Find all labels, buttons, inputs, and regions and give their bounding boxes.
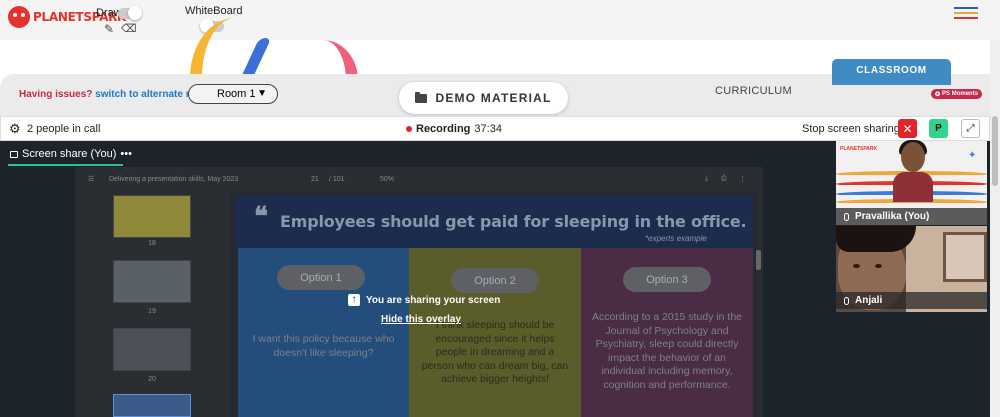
thumbnail-number: 18 <box>148 240 156 247</box>
participant-name: Pravallika (You) <box>855 211 930 222</box>
classroom-tab[interactable]: CLASSROOM <box>832 59 951 81</box>
share-screen-icon: ↑ <box>348 294 360 306</box>
eraser-icon[interactable]: ⌫ <box>121 22 137 35</box>
tile-logo: PLANETSPARK <box>840 146 878 152</box>
screen-share-tab-label: Screen share (You) <box>22 148 117 160</box>
thumbnail-number: 20 <box>148 376 156 383</box>
hide-overlay-link[interactable]: Hide this overlay <box>381 314 461 325</box>
whiteboard-label: WhiteBoard <box>185 5 243 17</box>
slide-thumbnail <box>113 195 191 238</box>
option-1-pill: Option 1 <box>277 265 365 290</box>
top-bar <box>0 0 1000 40</box>
slide-thumbnail <box>113 328 191 371</box>
slide-subtitle: *experts example <box>645 234 707 243</box>
option-3-text: According to a 2015 study in the Journal… <box>591 311 742 391</box>
demo-material-button[interactable]: DEMO MATERIAL <box>399 82 568 114</box>
mascot-icon <box>8 6 30 28</box>
background-frame <box>943 232 987 282</box>
stop-sharing-button[interactable]: ✕ <box>898 119 917 138</box>
curriculum-tab[interactable]: CURRICULUM <box>715 85 792 97</box>
room-select[interactable]: Room 1 ▼ <box>188 84 278 104</box>
folder-icon <box>415 91 428 103</box>
slide-title: Employees should get paid for sleeping i… <box>280 212 747 231</box>
stop-sharing-label: Stop screen sharing <box>802 123 900 135</box>
participant-name: Anjali <box>855 295 883 306</box>
issues-text: Having issues? <box>19 89 93 100</box>
thumbnail-number: 19 <box>148 308 156 315</box>
sparkle-icon: ✦ <box>968 150 977 161</box>
viewer-title: Delivering a presentation skills, May 20… <box>109 176 239 183</box>
option-column-2: Option 2 I think sleeping should be enco… <box>409 248 581 417</box>
screen-icon <box>10 150 18 158</box>
option-3-pill: Option 3 <box>623 267 711 292</box>
page-scrollbar-thumb[interactable] <box>992 116 998 186</box>
pdf-toolbar: ☰ Delivering a presentation skills, May … <box>75 170 763 190</box>
option-2-text: I think sleeping should be encouraged si… <box>421 319 569 385</box>
viewer-scrollbar[interactable] <box>756 250 761 270</box>
sharing-message-text: You are sharing your screen <box>366 294 501 306</box>
more-options-icon[interactable]: ••• <box>120 148 132 160</box>
gear-icon[interactable]: ⚙ <box>9 121 21 137</box>
quote-icon: ❝ <box>254 202 268 232</box>
option-2-pill: Option 2 <box>451 268 539 293</box>
empty-tile-area <box>836 312 987 417</box>
p-button[interactable]: P <box>929 119 948 138</box>
ps-moments-label: PS Moments <box>942 91 979 97</box>
participant-video-pravallika <box>893 140 933 202</box>
participant-label: Pravallika (You) <box>836 208 987 225</box>
issues-notice: Having issues? switch to alternate room <box>19 89 211 100</box>
menu-icon[interactable] <box>954 7 978 22</box>
expand-icon[interactable]: ⤢ <box>961 119 980 138</box>
pencil-icon[interactable]: ✎ <box>104 22 114 36</box>
download-icon: ⤓ <box>705 175 709 182</box>
viewer-page-total: / 101 <box>329 176 345 183</box>
option-column-1: Option 1 I want this policy because who … <box>238 248 409 417</box>
people-count: 2 people in call <box>27 123 101 135</box>
draw-toggle[interactable] <box>118 6 142 20</box>
viewer-page-current: 21 <box>311 176 319 183</box>
tab-underline <box>8 164 123 166</box>
option-column-3: Option 3 According to a 2015 study in th… <box>581 248 753 417</box>
viewer-zoom: 50% <box>380 176 395 183</box>
sharing-message: ↑ You are sharing your screen <box>348 294 500 306</box>
recording-status: Recording 37:34 <box>406 123 502 135</box>
camera-icon: ✪ <box>935 91 941 98</box>
viewer-more-icon: ⋮ <box>739 176 746 183</box>
recording-dot-icon <box>406 126 412 132</box>
mic-icon <box>844 212 849 221</box>
screen-share-tab[interactable]: Screen share (You) ••• <box>10 148 132 160</box>
classroom-tab-stripe <box>832 81 951 85</box>
recording-label: Recording <box>416 123 471 135</box>
print-icon: ⎙ <box>721 175 727 182</box>
ps-moments-badge[interactable]: ✪ PS Moments <box>931 89 983 99</box>
mic-icon <box>844 296 849 305</box>
recording-time: 37:34 <box>474 123 502 135</box>
caret-down-icon: ▼ <box>257 88 267 99</box>
slide-thumbnail <box>113 260 191 303</box>
room-select-value: Room 1 <box>217 88 256 100</box>
viewer-menu-icon: ☰ <box>88 176 95 183</box>
demo-material-label: DEMO MATERIAL <box>435 91 552 105</box>
participant-label: Anjali <box>836 292 987 309</box>
option-1-text: I want this policy because who doesn't l… <box>252 333 395 359</box>
page-scrollbar[interactable] <box>990 40 1000 417</box>
slide-thumbnail <box>113 394 191 417</box>
